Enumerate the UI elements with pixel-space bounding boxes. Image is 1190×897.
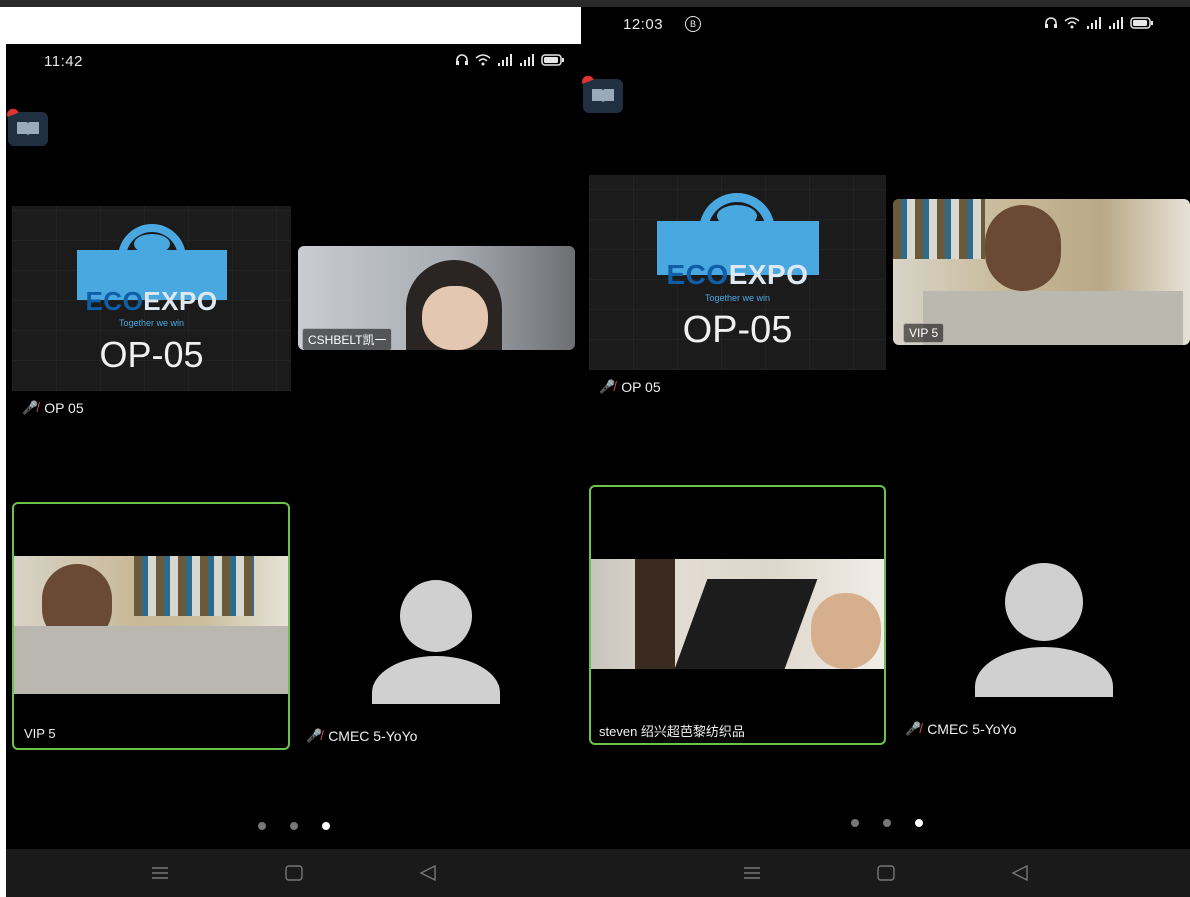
participant-name-cmec: 🎤̸ CMEC 5-YoYo bbox=[905, 721, 1016, 737]
signal-icon bbox=[1109, 17, 1123, 29]
back-icon[interactable] bbox=[416, 861, 440, 885]
page-dot[interactable] bbox=[290, 822, 298, 830]
mic-off-icon: 🎤̸ bbox=[306, 728, 323, 743]
tagline: Together we win bbox=[704, 293, 771, 303]
video-tile-vip5[interactable]: VIP 5 bbox=[12, 502, 290, 750]
home-icon[interactable] bbox=[282, 861, 306, 885]
booth-code: OP-05 bbox=[682, 309, 793, 351]
signal-icon bbox=[520, 54, 534, 66]
top-strip bbox=[0, 0, 1190, 7]
notification-icon: B bbox=[685, 16, 701, 32]
participant-label: OP 05 bbox=[44, 400, 84, 416]
headphones-icon bbox=[456, 54, 468, 65]
page-indicator[interactable] bbox=[851, 819, 923, 827]
participant-label: OP 05 bbox=[621, 379, 661, 395]
participant-label-cshbelt: CSHBELT凯一 bbox=[302, 328, 393, 350]
android-nav-bar bbox=[6, 849, 581, 897]
participant-label-vip5: VIP 5 bbox=[903, 323, 945, 343]
menu-icon[interactable] bbox=[148, 861, 172, 885]
video-tile-steven[interactable]: steven 绍兴超芭黎纺织品 bbox=[589, 485, 886, 745]
participant-label: CMEC 5-YoYo bbox=[927, 721, 1017, 737]
video-feed bbox=[14, 556, 288, 694]
status-time: 12:03 bbox=[623, 16, 664, 33]
headphones-icon bbox=[1045, 17, 1057, 28]
wifi-icon bbox=[475, 54, 491, 66]
phone-screenshot-left: 11:42 ECOEXPO Together we win OP-05 🎤̸ O… bbox=[6, 44, 581, 897]
battery-icon bbox=[1130, 17, 1153, 29]
video-tile-op05[interactable]: ECOEXPO Together we win OP-05 bbox=[589, 175, 886, 370]
page-indicator[interactable] bbox=[258, 822, 330, 830]
wifi-icon bbox=[1064, 17, 1080, 29]
mic-off-icon: 🎤̸ bbox=[22, 400, 39, 415]
participant-name-cmec: 🎤̸ CMEC 5-YoYo bbox=[306, 728, 417, 744]
book-icon[interactable] bbox=[6, 107, 48, 146]
status-time: 11:42 bbox=[44, 53, 83, 70]
eco-expo-logo: ECOEXPO bbox=[666, 259, 809, 290]
page-dot[interactable] bbox=[258, 822, 266, 830]
participant-label-vip5: VIP 5 bbox=[24, 726, 56, 741]
phone-screenshot-right: 12:03 B ECOEXPO Together we win OP-05 🎤̸… bbox=[581, 7, 1190, 897]
signal-icon bbox=[498, 54, 512, 66]
menu-icon[interactable] bbox=[740, 861, 764, 885]
signal-icon bbox=[1087, 17, 1101, 29]
eco-expo-logo: ECOEXPO bbox=[85, 286, 218, 316]
participant-label-steven: steven 绍兴超芭黎纺织品 bbox=[599, 724, 745, 739]
participant-label: CMEC 5-YoYo bbox=[328, 728, 418, 744]
mic-off-icon: 🎤̸ bbox=[905, 721, 922, 736]
video-tile-cshbelt[interactable]: CSHBELT凯一 bbox=[298, 246, 575, 350]
mic-off-icon: 🎤̸ bbox=[599, 379, 616, 394]
home-icon[interactable] bbox=[874, 861, 898, 885]
participant-name-op05: 🎤̸ OP 05 bbox=[22, 400, 84, 416]
status-icons bbox=[1044, 16, 1154, 30]
video-feed bbox=[591, 559, 884, 669]
book-icon[interactable] bbox=[581, 74, 623, 113]
page-dot-active[interactable] bbox=[322, 822, 330, 830]
avatar bbox=[400, 580, 472, 652]
avatar-tile-cmec[interactable] bbox=[897, 497, 1190, 697]
page-dot[interactable] bbox=[851, 819, 859, 827]
tagline: Together we win bbox=[118, 318, 185, 328]
android-nav-bar bbox=[581, 849, 1190, 897]
page-dot-active[interactable] bbox=[915, 819, 923, 827]
video-tile-vip5[interactable]: VIP 5 bbox=[893, 199, 1190, 345]
avatar bbox=[1005, 563, 1083, 641]
video-tile-op05[interactable]: ECOEXPO Together we win OP-05 bbox=[12, 206, 291, 391]
battery-icon bbox=[541, 54, 564, 66]
participant-name-op05: 🎤̸ OP 05 bbox=[599, 379, 661, 395]
status-bar: 11:42 bbox=[6, 44, 581, 80]
status-bar: 12:03 B bbox=[581, 7, 1190, 43]
page-dot[interactable] bbox=[883, 819, 891, 827]
status-icons bbox=[455, 53, 565, 67]
avatar-tile-cmec[interactable] bbox=[296, 524, 575, 724]
back-icon[interactable] bbox=[1008, 861, 1032, 885]
booth-code: OP-05 bbox=[99, 334, 204, 375]
